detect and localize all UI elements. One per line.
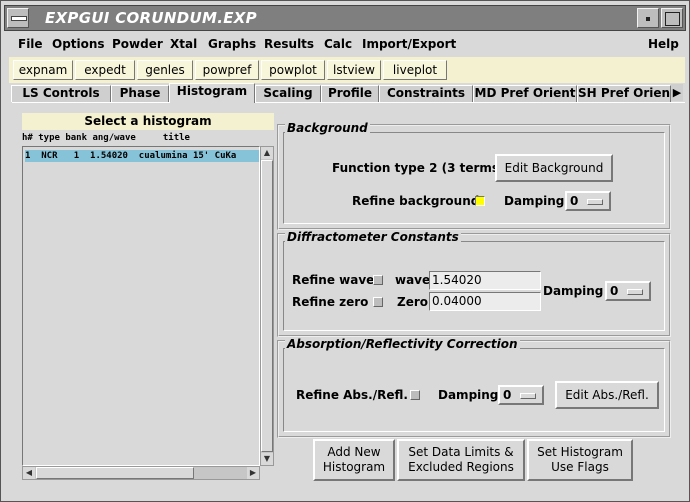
refine-background-checkbox[interactable] xyxy=(475,196,485,206)
refine-zero-label: Refine zero xyxy=(292,295,369,309)
histogram-list-columns: h# type bank ang/wave title xyxy=(22,133,190,143)
expedt-button[interactable]: expedt xyxy=(75,60,135,80)
add-new-histogram-button[interactable]: Add New Histogram xyxy=(313,439,395,481)
refine-abs-checkbox[interactable] xyxy=(410,390,420,400)
diffractometer-damping-dropdown[interactable]: 0 xyxy=(605,281,651,301)
add-new-histogram-label-2: Histogram xyxy=(322,460,386,474)
genles-button[interactable]: genles xyxy=(137,60,193,80)
absorption-damping-value: 0 xyxy=(503,388,512,402)
menu-xtal[interactable]: Xtal xyxy=(170,37,197,51)
powpref-button[interactable]: powpref xyxy=(195,60,259,80)
menu-help[interactable]: Help xyxy=(648,37,679,51)
histogram-listbox[interactable]: 1 NCR 1 1.54020 cualumina 15' CuKa xyxy=(22,146,260,466)
expnam-button[interactable]: expnam xyxy=(13,60,73,80)
refine-background-label: Refine background xyxy=(352,194,480,208)
window-menu-button[interactable] xyxy=(7,8,29,28)
absorption-damping-label: Damping xyxy=(438,388,499,402)
histogram-list-header: Select a histogram xyxy=(22,113,274,130)
menu-calc[interactable]: Calc xyxy=(324,37,352,51)
dropdown-indicator-icon xyxy=(627,289,643,295)
menu-options[interactable]: Options xyxy=(52,37,105,51)
dropdown-indicator-icon xyxy=(587,199,603,205)
set-data-limits-label-1: Set Data Limits & xyxy=(408,445,514,459)
diffractometer-legend: Diffractometer Constants xyxy=(285,230,461,244)
menu-powder[interactable]: Powder xyxy=(112,37,163,51)
add-new-histogram-label-1: Add New xyxy=(327,445,381,459)
refine-wave-label: Refine wave xyxy=(292,273,375,287)
absorption-legend: Absorption/Reflectivity Correction xyxy=(285,337,520,351)
edit-background-button[interactable]: Edit Background xyxy=(495,154,613,182)
menu-import-export[interactable]: Import/Export xyxy=(362,37,456,51)
set-use-flags-label-2: Use Flags xyxy=(551,460,609,474)
program-toolbar: expnam expedt genles powpref powplot lst… xyxy=(9,57,685,83)
maximize-icon xyxy=(665,12,680,26)
refine-zero-checkbox[interactable] xyxy=(373,297,383,307)
wave-field[interactable]: 1.54020 xyxy=(429,271,541,290)
menu-results[interactable]: Results xyxy=(264,37,314,51)
diffractometer-damping-value: 0 xyxy=(610,284,619,298)
minimize-icon xyxy=(646,17,650,21)
tab-md-pref-orient[interactable]: MD Pref Orient xyxy=(473,85,577,102)
tab-profile[interactable]: Profile xyxy=(321,85,379,102)
function-type-label: Function type 2 (3 terms) xyxy=(332,161,505,175)
tab-scroll-right-icon[interactable]: ▶ xyxy=(671,84,683,101)
histogram-list-hscroll[interactable]: ◀ ▶ xyxy=(22,466,260,480)
menu-file[interactable]: File xyxy=(18,37,43,51)
minimize-button[interactable] xyxy=(637,8,659,28)
main-window: EXPGUI CORUNDUM.EXP File Options Powder … xyxy=(0,0,690,502)
set-data-limits-label-2: Excluded Regions xyxy=(408,460,514,474)
background-legend: Background xyxy=(285,121,370,135)
liveplot-button[interactable]: liveplot xyxy=(383,60,447,80)
tab-constraints[interactable]: Constraints xyxy=(379,85,473,102)
edit-abs-refl-button[interactable]: Edit Abs./Refl. xyxy=(555,381,659,409)
tab-scaling[interactable]: Scaling xyxy=(255,85,321,102)
tab-ls-controls[interactable]: LS Controls xyxy=(11,85,111,102)
scroll-up-icon[interactable]: ▲ xyxy=(261,147,273,159)
zero-field[interactable]: 0.04000 xyxy=(429,292,541,311)
diffractometer-damping-label: Damping xyxy=(543,284,604,298)
zero-label: Zero xyxy=(397,295,429,309)
dropdown-indicator-icon xyxy=(520,393,536,399)
scroll-left-icon[interactable]: ◀ xyxy=(23,467,35,479)
set-histogram-use-flags-button[interactable]: Set Histogram Use Flags xyxy=(527,439,633,481)
notebook-tabs: LS Controls Phase Histogram Scaling Prof… xyxy=(11,83,683,103)
scroll-down-icon[interactable]: ▼ xyxy=(261,453,273,465)
histogram-list-vscroll[interactable]: ▲ ▼ xyxy=(260,146,274,466)
maximize-button[interactable] xyxy=(661,8,683,28)
scroll-right-icon[interactable]: ▶ xyxy=(247,467,259,479)
table-row[interactable]: 1 NCR 1 1.54020 cualumina 15' CuKa xyxy=(25,150,259,162)
title-bar[interactable]: EXPGUI CORUNDUM.EXP xyxy=(4,5,686,31)
menu-graphs[interactable]: Graphs xyxy=(208,37,256,51)
tab-phase[interactable]: Phase xyxy=(111,85,169,102)
absorption-damping-dropdown[interactable]: 0 xyxy=(498,385,544,405)
set-data-limits-button[interactable]: Set Data Limits & Excluded Regions xyxy=(397,439,525,481)
refine-wave-checkbox[interactable] xyxy=(373,275,383,285)
menu-bar: File Options Powder Xtal Graphs Results … xyxy=(4,34,686,56)
refine-abs-label: Refine Abs./Refl. xyxy=(296,388,408,402)
tab-histogram[interactable]: Histogram xyxy=(169,83,255,103)
lstview-button[interactable]: lstview xyxy=(327,60,381,80)
background-damping-value: 0 xyxy=(570,194,579,208)
background-damping-label: Damping xyxy=(504,194,565,208)
window-title: EXPGUI CORUNDUM.EXP xyxy=(45,9,257,27)
wave-label: wave xyxy=(395,273,431,287)
tab-sh-pref-orient[interactable]: SH Pref Orient xyxy=(577,85,671,102)
background-damping-dropdown[interactable]: 0 xyxy=(565,191,611,211)
window-menu-icon xyxy=(11,16,27,21)
powplot-button[interactable]: powplot xyxy=(261,60,325,80)
vscroll-thumb[interactable] xyxy=(261,160,273,452)
hscroll-thumb[interactable] xyxy=(36,467,194,479)
set-use-flags-label-1: Set Histogram xyxy=(537,445,623,459)
